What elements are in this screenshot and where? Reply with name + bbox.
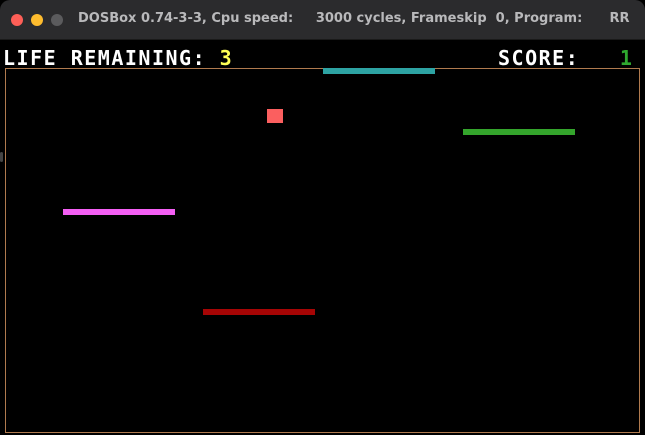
life-value: 3 [219, 46, 234, 70]
window-edge-handle [0, 152, 3, 162]
dosbox-window: DOSBox 0.74-3-3, Cpu speed: 3000 cycles,… [0, 0, 645, 435]
paddle-magenta [63, 209, 175, 215]
ball [267, 109, 283, 123]
score: SCORE: 1 [498, 46, 633, 70]
close-button[interactable] [11, 14, 23, 26]
playfield[interactable] [5, 68, 640, 433]
paddle-red [203, 309, 315, 315]
title-bar[interactable]: DOSBox 0.74-3-3, Cpu speed: 3000 cycles,… [0, 0, 645, 40]
life-remaining: LIFE REMAINING: 3 [3, 46, 233, 70]
paddle-teal [323, 68, 435, 74]
paddle-green [463, 129, 575, 135]
minimize-button[interactable] [31, 14, 43, 26]
life-label: LIFE REMAINING: [3, 46, 207, 70]
score-label: SCORE: [498, 46, 580, 70]
maximize-button[interactable] [51, 14, 63, 26]
window-title: DOSBox 0.74-3-3, Cpu speed: 3000 cycles,… [78, 11, 630, 26]
score-value: 1 [619, 46, 634, 70]
